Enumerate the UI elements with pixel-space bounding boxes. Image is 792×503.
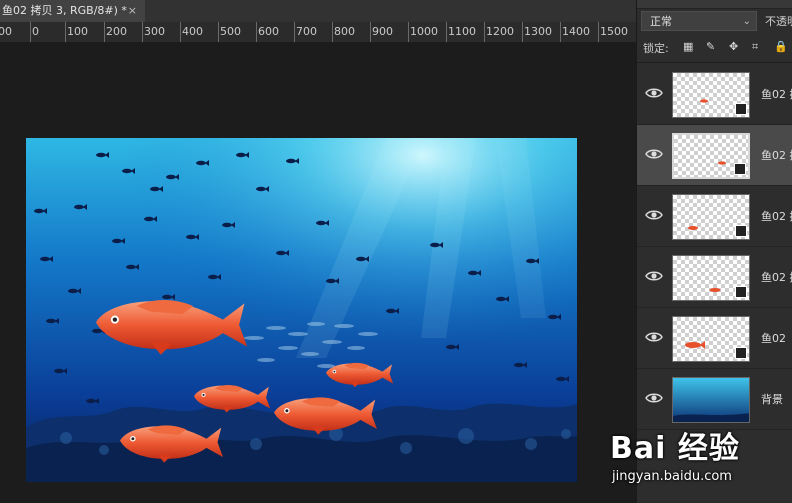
layer-row-active[interactable]: 鱼02 拷 — [637, 125, 792, 186]
ruler-label: 300 — [144, 25, 165, 38]
watermark-brand: Bai 经验 — [610, 431, 740, 466]
smart-object-icon — [735, 103, 747, 115]
lock-paint-icon[interactable]: ✎ — [706, 40, 715, 53]
document-tab-bar: 鱼02 拷贝 3, RGB/8#) * × — [0, 0, 636, 22]
layer-name[interactable]: 鱼02 拷 — [761, 86, 792, 102]
document-tab[interactable]: 鱼02 拷贝 3, RGB/8#) * × — [0, 0, 145, 22]
ruler-label: 100 — [67, 25, 88, 38]
ruler-label: 800 — [334, 25, 355, 38]
ruler-label: 1500 — [600, 25, 628, 38]
blend-mode-select[interactable]: 正常 ⌄ — [641, 11, 757, 31]
document-canvas[interactable] — [26, 138, 577, 482]
layer-thumbnail[interactable] — [672, 194, 750, 240]
opacity-label[interactable]: 不透明 — [765, 13, 792, 29]
ruler-label: 0 — [32, 25, 39, 38]
layer-row[interactable]: 鱼02 — [637, 308, 792, 369]
ruler-label: 1000 — [410, 25, 438, 38]
smart-object-icon — [735, 347, 747, 359]
eye-icon[interactable] — [645, 328, 663, 346]
smart-object-icon — [735, 225, 747, 237]
panel-divider — [637, 62, 792, 63]
document-tab-title: 鱼02 拷贝 3, RGB/8#) * — [2, 4, 127, 17]
underwater-scene — [26, 138, 577, 482]
layer-name[interactable]: 鱼02 拷 — [761, 269, 792, 285]
eye-icon[interactable] — [645, 84, 663, 102]
layer-name[interactable]: 背景 — [761, 391, 783, 407]
ruler-label: 200 — [106, 25, 127, 38]
ruler-label: 400 — [182, 25, 203, 38]
layer-name[interactable]: 鱼02 拷 — [761, 147, 792, 163]
layer-name[interactable]: 鱼02 拷 — [761, 208, 792, 224]
lock-position-icon[interactable]: ✥ — [729, 40, 738, 53]
lock-artboard-icon[interactable]: ⌗ — [752, 40, 758, 54]
ruler-label: 1400 — [562, 25, 590, 38]
ruler-label: 500 — [220, 25, 241, 38]
eye-icon[interactable] — [645, 145, 663, 163]
layer-thumbnail[interactable] — [672, 377, 750, 423]
close-tab-icon[interactable]: × — [128, 0, 137, 22]
eye-icon[interactable] — [645, 267, 663, 285]
lock-transparency-icon[interactable]: ▦ — [683, 40, 693, 53]
smart-object-icon — [734, 163, 746, 175]
ruler-label: 600 — [258, 25, 279, 38]
ruler-label: 1100 — [448, 25, 476, 38]
baidu-jingyan-watermark: Bai 经验 jingyan.baidu.com — [600, 423, 790, 495]
lock-label: 锁定: — [643, 42, 669, 55]
ruler-label: 1300 — [524, 25, 552, 38]
blend-mode-value: 正常 — [650, 15, 672, 28]
eye-icon[interactable] — [645, 206, 663, 224]
layer-row[interactable]: 鱼02 拷 — [637, 64, 792, 125]
chevron-down-icon: ⌄ — [742, 16, 751, 27]
watermark-url: jingyan.baidu.com — [612, 469, 732, 484]
layer-thumbnail[interactable] — [672, 133, 750, 179]
canvas-workspace[interactable] — [0, 43, 636, 503]
layer-row[interactable]: 鱼02 拷 — [637, 247, 792, 308]
layer-thumbnail[interactable] — [672, 72, 750, 118]
lock-row: 锁定: ▦ ✎ ✥ ⌗ 🔒 — [643, 40, 792, 58]
eye-icon[interactable] — [645, 389, 663, 407]
layer-row[interactable]: 鱼02 拷 — [637, 186, 792, 247]
ruler-label: 700 — [296, 25, 317, 38]
ruler-label: 00 — [0, 25, 12, 38]
layer-thumbnail[interactable] — [672, 255, 750, 301]
smart-object-icon — [735, 286, 747, 298]
layer-name[interactable]: 鱼02 — [761, 330, 786, 346]
lock-all-icon[interactable]: 🔒 — [774, 40, 788, 53]
horizontal-ruler[interactable]: 00 0 100 200 300 400 500 600 700 800 900… — [0, 22, 636, 43]
ruler-label: 900 — [372, 25, 393, 38]
layer-row-background[interactable]: 背景 — [637, 369, 792, 430]
ruler-label: 1200 — [486, 25, 514, 38]
layers-list: 鱼02 拷 鱼02 拷 鱼02 拷 鱼0 — [637, 64, 792, 430]
panel-header — [637, 0, 792, 9]
layer-thumbnail[interactable] — [672, 316, 750, 362]
